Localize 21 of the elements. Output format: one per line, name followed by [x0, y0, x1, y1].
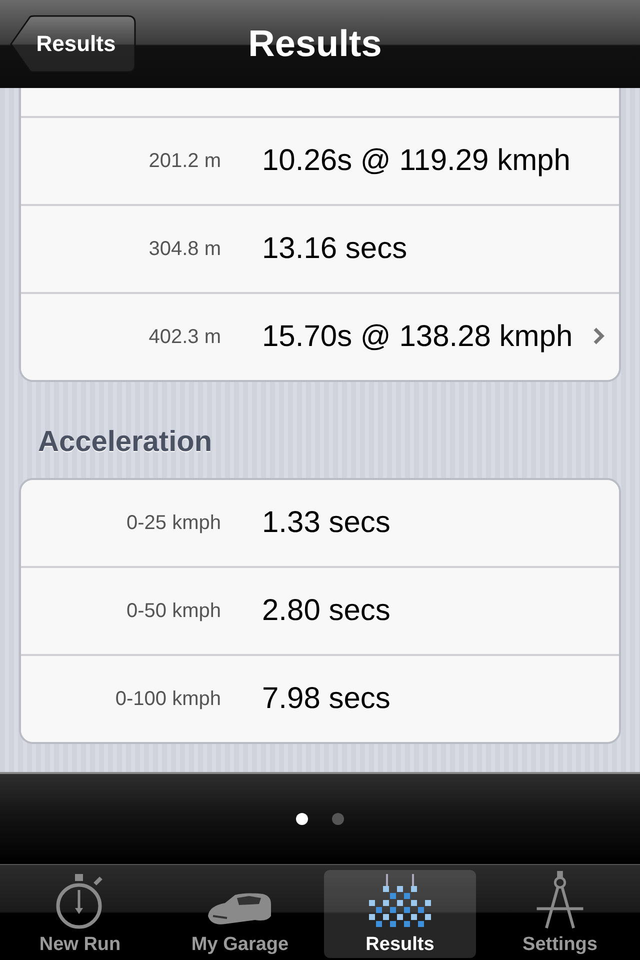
page-dot[interactable] — [296, 813, 308, 825]
row-label: 402.3 m — [148, 326, 221, 348]
row-value: 10.26s @ 119.29 kmph — [262, 144, 570, 178]
row-value: 13.16 secs — [262, 232, 408, 266]
page-dot[interactable] — [332, 813, 344, 825]
row-label: 0-25 kmph — [126, 512, 221, 534]
tab-bar-item[interactable]: New Run — [4, 870, 156, 958]
row-label: 304.8 m — [148, 238, 221, 260]
tab-bar-item[interactable]: My Garage — [164, 870, 316, 958]
row-value: 1.33 secs — [262, 506, 390, 540]
tab-bar-item[interactable]: Settings — [484, 870, 636, 958]
row-value: 2.80 secs — [262, 594, 390, 628]
row-label: 0-50 kmph — [126, 600, 221, 622]
screen-title: Results — [248, 23, 382, 65]
row-value: 7.98 secs — [262, 682, 390, 716]
tab-bar-item[interactable]: Results — [324, 870, 476, 958]
row-label: 201.2 m — [148, 150, 221, 172]
back-button[interactable]: Results — [10, 15, 136, 73]
section-header: Acceleration — [38, 425, 214, 460]
row-value: 15.70s @ 138.28 kmph — [262, 320, 573, 354]
row-label: 0-100 kmph — [114, 688, 221, 710]
